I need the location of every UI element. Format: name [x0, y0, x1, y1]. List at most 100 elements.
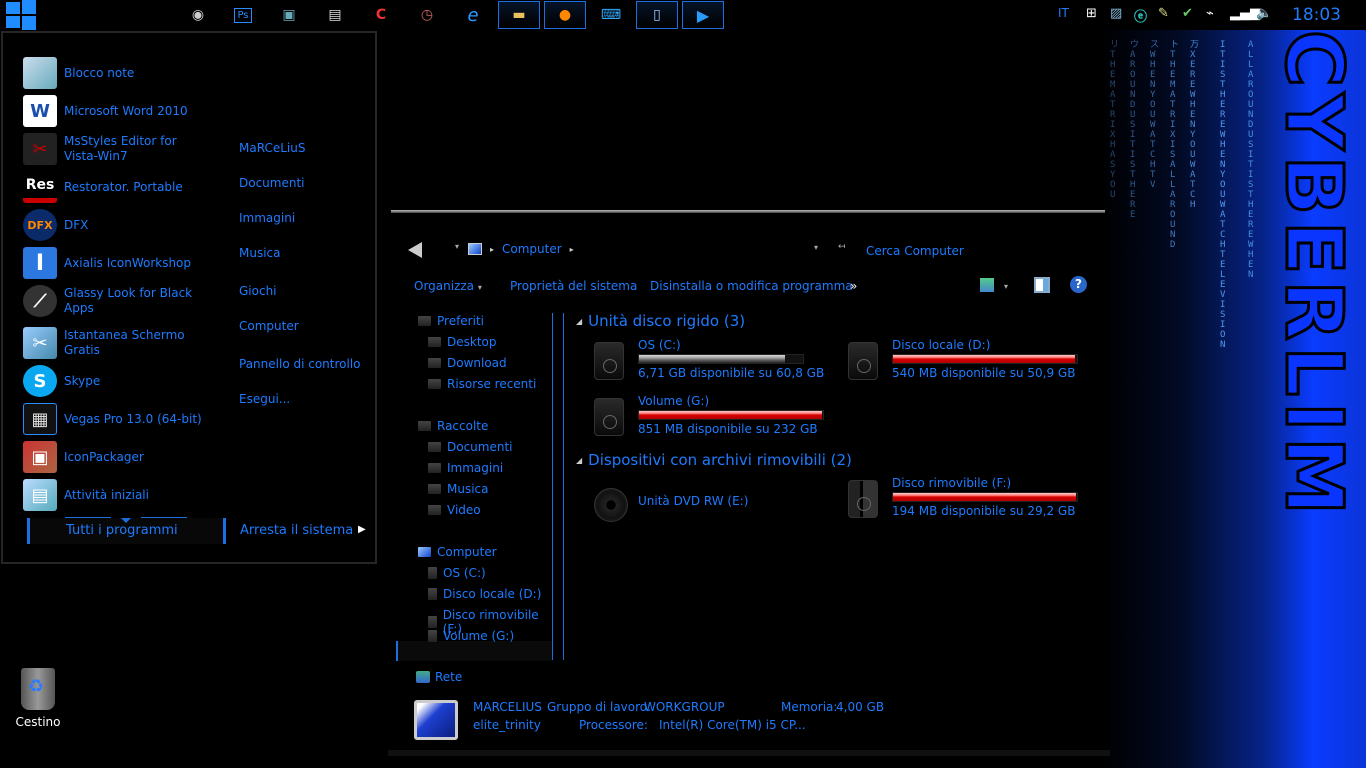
nav-drive-g[interactable]: Volume (G:) [428, 629, 514, 643]
chevron-down-icon: ▾ [477, 283, 482, 292]
system-properties-button[interactable]: Proprietà del sistema [510, 279, 637, 293]
taskbar-webcam-button[interactable]: ◉ [177, 1, 219, 29]
nav-video[interactable]: Video [428, 503, 481, 517]
syringe-icon[interactable]: ✎ [1158, 6, 1169, 21]
nav-desktop[interactable]: Desktop [428, 335, 497, 349]
taskbar-ccleaner-button[interactable]: C [360, 1, 402, 29]
program-glassy-look[interactable]: ⟋ Glassy Look for Black Apps [23, 283, 204, 319]
shutdown-button[interactable]: Arresta il sistema ▶ [223, 518, 373, 544]
place-games[interactable]: Giochi [239, 284, 277, 298]
word-icon: W [23, 95, 57, 127]
nav-pane-scrollbar[interactable] [552, 313, 564, 660]
drive-usage-bar [638, 410, 824, 420]
nav-download[interactable]: Download [428, 356, 507, 370]
shutdown-options-arrow-icon[interactable]: ▶ [358, 524, 366, 535]
drive-c[interactable]: OS (C:) 6,71 GB disponibile su 60,8 GB [594, 338, 844, 388]
program-restorator[interactable]: Res Restorator. Portable [23, 169, 204, 205]
place-run[interactable]: Esegui... [239, 392, 290, 406]
organize-button[interactable]: Organizza ▾ [414, 279, 482, 293]
window-title-bar[interactable] [391, 210, 1105, 213]
nav-drive-c[interactable]: OS (C:) [428, 566, 486, 580]
nav-recent[interactable]: Risorse recenti [428, 377, 536, 391]
drive-e[interactable]: Unità DVD RW (E:) [594, 484, 844, 534]
program-notepad[interactable]: Blocco note [23, 55, 204, 91]
nav-network[interactable]: Rete [416, 670, 462, 684]
eset-icon[interactable]: ⓔ [1134, 6, 1147, 25]
more-commands-button[interactable]: » [850, 279, 857, 293]
place-music[interactable]: Musica [239, 246, 281, 260]
recycle-bin[interactable]: Cestino [12, 668, 64, 729]
taskbar-keyboard-button[interactable]: ⌨ [590, 1, 632, 29]
address-bar-row: ▾ ▸ Computer ▸ ▾ ↤ [388, 238, 1110, 264]
usb-drive-icon [848, 480, 878, 518]
chevron-right-icon: ▸ [490, 244, 495, 254]
address-dropdown-icon[interactable]: ▾ [814, 243, 818, 252]
collapse-icon: ◢ [576, 456, 583, 465]
preview-pane-icon[interactable] [1034, 277, 1050, 293]
back-arrow-icon[interactable] [408, 242, 422, 258]
nav-libraries[interactable]: Raccolte [418, 419, 488, 433]
taskbar-photoshop-button[interactable]: Ps [222, 1, 264, 29]
hard-drive-icon [848, 342, 878, 380]
view-dropdown-icon[interactable]: ▾ [1004, 282, 1008, 291]
processor-value: Intel(R) Core(TM) i5 CP... [659, 718, 806, 732]
drive-f[interactable]: Disco rimovibile (F:) 194 MB disponibile… [848, 476, 1098, 526]
nav-pictures[interactable]: Immagini [428, 461, 503, 475]
taskbar-notepad-button[interactable]: ▯ [636, 1, 678, 29]
refresh-icon[interactable]: ↤ [838, 242, 846, 252]
uninstall-program-button[interactable]: Disinstalla o modifica programma [650, 279, 853, 293]
search-input[interactable] [866, 241, 1086, 261]
place-control-panel[interactable]: Pannello di controllo [239, 357, 361, 371]
taskbar-firefox-button[interactable]: ● [544, 1, 586, 29]
dvd-drive-icon [594, 488, 628, 522]
taskbar-internet-explorer-button[interactable]: e [452, 1, 494, 29]
program-msstyles-editor[interactable]: ✂ MsStyles Editor for Vista-Win7 [23, 131, 204, 167]
program-axialis[interactable]: I Axialis IconWorkshop [23, 245, 204, 281]
clock-tool-icon: ◷ [420, 7, 434, 23]
taskbar-file-explorer-button[interactable]: ▬ [498, 1, 540, 29]
snipping-tool-icon[interactable]: ▨ [1110, 6, 1122, 21]
history-dropdown-icon[interactable]: ▾ [455, 242, 459, 251]
drive-g[interactable]: Volume (G:) 851 MB disponibile su 232 GB [594, 394, 844, 444]
change-view-icon[interactable] [980, 278, 994, 292]
taskbar-media-player-button[interactable]: ▶ [682, 1, 724, 29]
power-plug-icon[interactable]: ⌁ [1206, 6, 1214, 21]
program-skype[interactable]: S Skype [23, 363, 204, 399]
drive-d[interactable]: Disco locale (D:) 540 MB disponibile su … [848, 338, 1098, 388]
program-dfx[interactable]: DFX DFX [23, 207, 204, 243]
windows-flag-icon[interactable]: ⊞ [1086, 6, 1097, 21]
group-removable[interactable]: ◢ Dispositivi con archivi rimovibili (2) [576, 451, 852, 469]
nav-drive-d[interactable]: Disco locale (D:) [428, 587, 541, 601]
keyboard-icon: ⌨ [600, 7, 622, 23]
program-iconpackager[interactable]: ▣ IconPackager [23, 439, 204, 475]
usb-safe-remove-icon[interactable]: ✔ [1182, 6, 1193, 21]
program-vegas[interactable]: ▦ Vegas Pro 13.0 (64-bit) [23, 401, 204, 437]
clock[interactable]: 18:03 [1292, 5, 1341, 25]
navigation-pane: Preferiti Desktop Download Risorse recen… [388, 308, 558, 661]
start-button[interactable] [6, 0, 38, 30]
volume-icon[interactable]: 🔈 [1256, 6, 1272, 21]
command-bar: Organizza ▾ Proprietà del sistema Disins… [388, 274, 1110, 300]
breadcrumb-computer[interactable]: Computer [502, 242, 562, 256]
language-indicator[interactable]: IT [1058, 6, 1069, 20]
taskbar-clock-tool-button[interactable]: ◷ [406, 1, 448, 29]
nav-music[interactable]: Musica [428, 482, 489, 496]
breadcrumb[interactable]: ▸ Computer ▸ [468, 242, 574, 256]
nav-documents[interactable]: Documenti [428, 440, 513, 454]
place-documents[interactable]: Documenti [239, 176, 305, 190]
place-computer[interactable]: Computer [239, 319, 299, 333]
place-user[interactable]: MaRCeLiuS [239, 141, 305, 155]
group-hard-disks[interactable]: ◢ Unità disco rigido (3) [576, 312, 745, 330]
place-pictures[interactable]: Immagini [239, 211, 295, 225]
nav-computer[interactable]: Computer [418, 545, 497, 559]
iconpackager-icon: ▣ [23, 441, 57, 473]
taskbar-remote-desktop-button[interactable]: ▣ [268, 1, 310, 29]
help-icon[interactable]: ? [1070, 276, 1087, 293]
program-word[interactable]: W Microsoft Word 2010 [23, 93, 204, 129]
program-getting-started[interactable]: ▤ Attività iniziali [23, 477, 204, 513]
taskbar-document-viewer-button[interactable]: ▤ [314, 1, 356, 29]
nav-favorites[interactable]: Preferiti [418, 314, 484, 328]
program-screenshot[interactable]: ✂ Istantanea Schermo Gratis [23, 325, 204, 361]
folder-icon [428, 484, 441, 494]
drive-usage-bar [638, 354, 804, 364]
